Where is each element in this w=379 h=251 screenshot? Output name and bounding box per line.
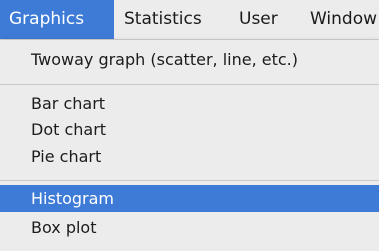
menu-item-pie-chart[interactable]: Pie chart xyxy=(0,143,379,170)
menu-item-box-plot[interactable]: Box plot xyxy=(0,214,379,242)
menu-statistics[interactable]: Statistics xyxy=(124,0,202,39)
menu-item-histogram[interactable]: Histogram xyxy=(0,185,379,212)
menu-item-bar-chart[interactable]: Bar chart xyxy=(0,90,379,117)
menu-item-dot-chart[interactable]: Dot chart xyxy=(0,117,379,143)
menu-window[interactable]: Window xyxy=(310,0,377,39)
graphics-dropdown-menu: Twoway graph (scatter, line, etc.) Bar c… xyxy=(0,40,379,251)
menu-user[interactable]: User xyxy=(239,0,278,39)
menu-item-twoway-graph[interactable]: Twoway graph (scatter, line, etc.) xyxy=(0,40,379,80)
menu-separator xyxy=(0,84,379,85)
menu-graphics[interactable]: Graphics xyxy=(0,0,114,39)
menu-bar: Graphics Statistics User Window xyxy=(0,0,379,40)
menu-separator xyxy=(0,180,379,181)
app-screen: Graphics Statistics User Window Twoway g… xyxy=(0,0,379,251)
